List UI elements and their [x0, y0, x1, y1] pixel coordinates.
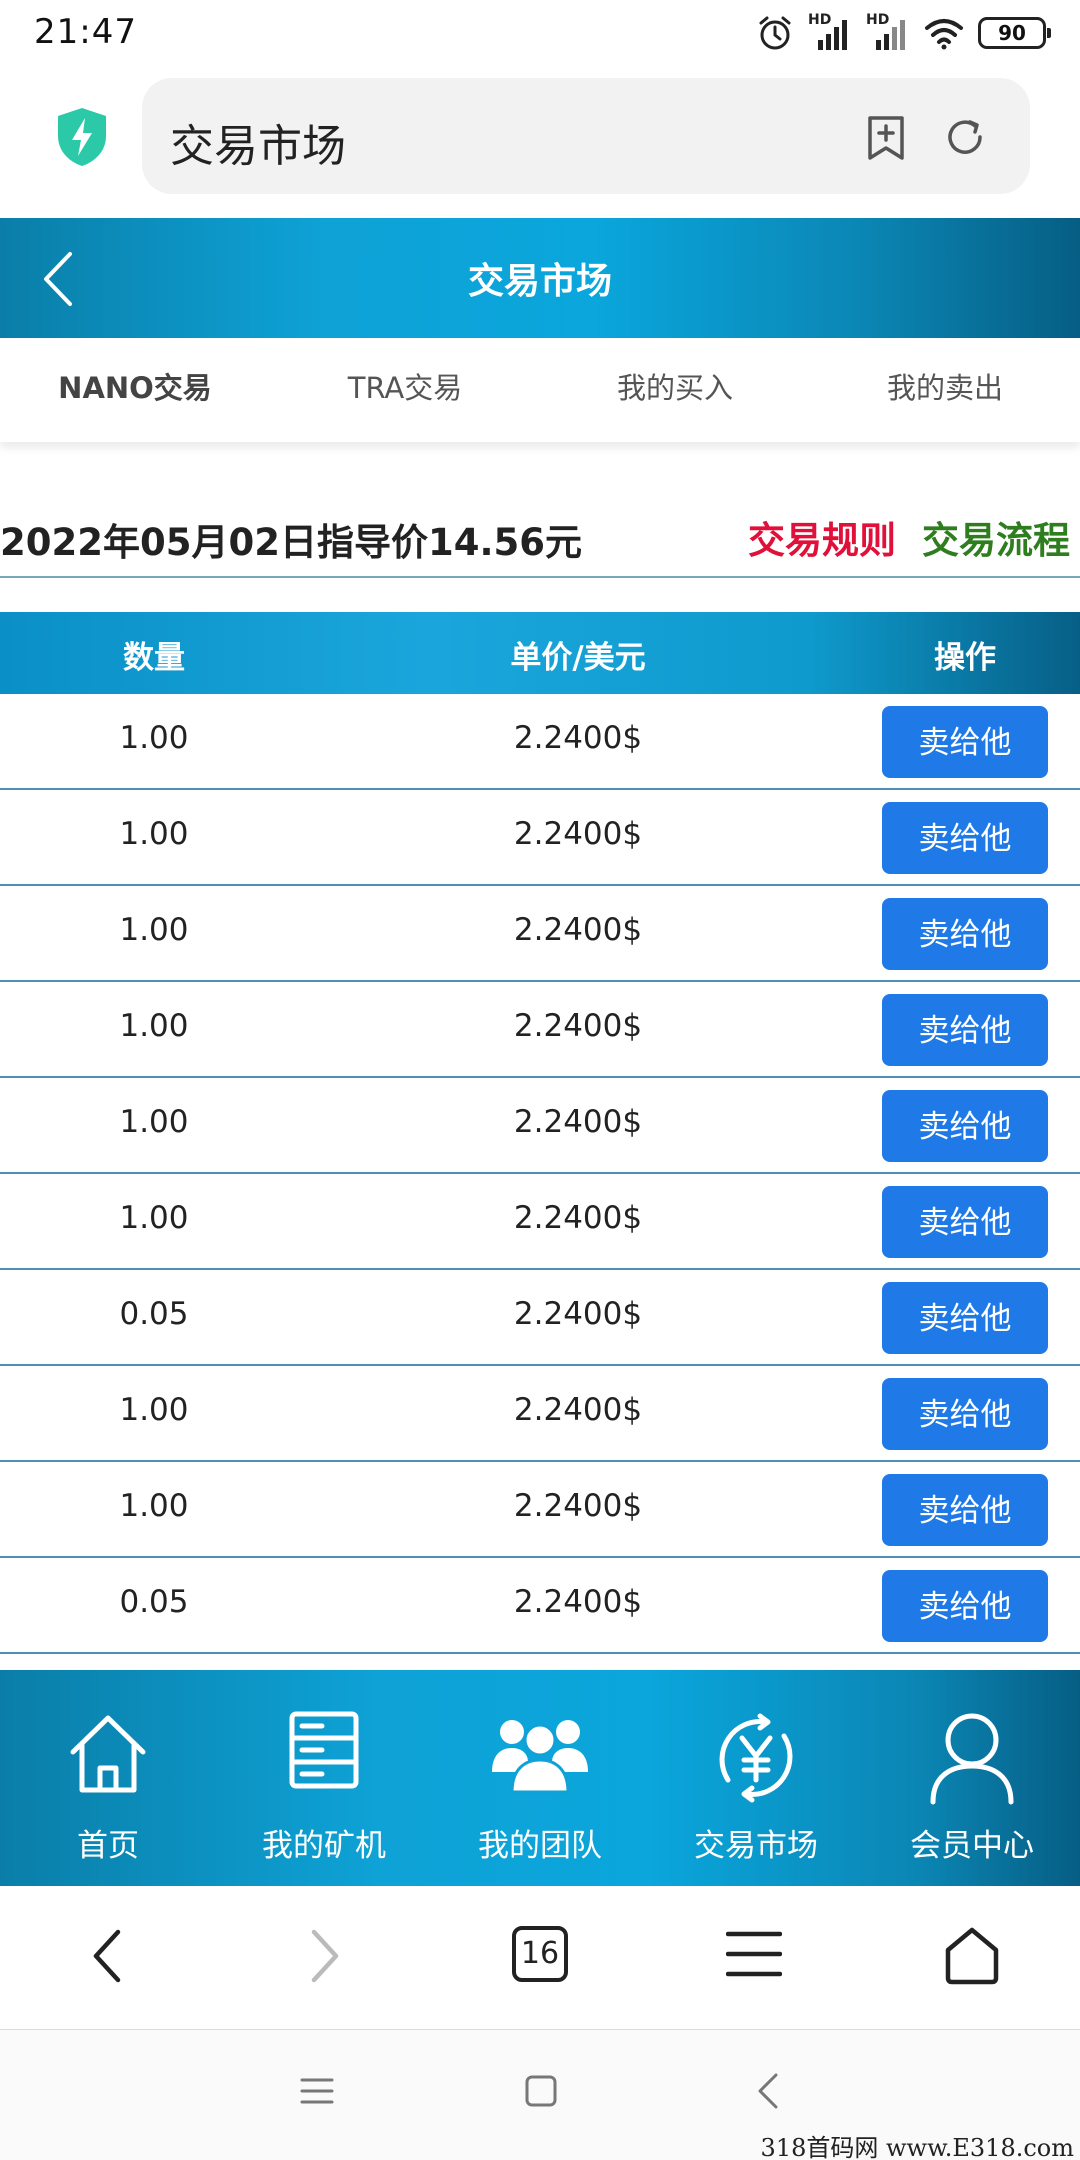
sell-to-him-button[interactable]: 卖给他 — [882, 706, 1048, 778]
home-icon — [70, 1715, 146, 1793]
browser-forward-icon[interactable] — [306, 1926, 346, 1986]
browser-home-icon[interactable] — [942, 1926, 1002, 1986]
table-row: 1.00 2.2400$ 卖给他 — [0, 886, 1080, 982]
row-quantity: 1.00 — [119, 1392, 189, 1428]
sell-to-him-button[interactable]: 卖给他 — [882, 994, 1048, 1066]
address-text: 交易市场 — [170, 121, 346, 172]
row-price: 2.2400$ — [513, 1296, 643, 1332]
row-price: 2.2400$ — [513, 1008, 643, 1044]
table-row: 0.05 2.2400$ 卖给他 — [0, 1558, 1080, 1654]
address-field[interactable]: 交易市场 — [142, 78, 1030, 194]
status-icons: HD HD 90 — [756, 10, 1051, 56]
sell-to-him-button[interactable]: 卖给他 — [882, 1474, 1048, 1546]
table-row: 1.00 2.2400$ 卖给他 — [0, 694, 1080, 790]
guide-price-text: 2022年05月02日指导价14.56元 — [0, 521, 582, 564]
header-operation: 操作 — [934, 640, 996, 676]
row-quantity: 0.05 — [119, 1296, 189, 1332]
trade-process-link[interactable]: 交易流程 — [922, 510, 1070, 564]
nav-member-center-label: 会员中心 — [910, 1828, 1034, 1864]
table-row: 0.05 2.2400$ 卖给他 — [0, 1270, 1080, 1366]
sell-to-him-button[interactable]: 卖给他 — [882, 1186, 1048, 1258]
tab-nano-trade[interactable]: NANO交易 — [0, 338, 270, 442]
system-home-icon[interactable] — [524, 2074, 558, 2108]
nav-my-miners-label: 我的矿机 — [262, 1828, 386, 1864]
tab-my-buys[interactable]: 我的买入 — [540, 338, 810, 442]
table-row: 1.00 2.2400$ 卖给他 — [0, 982, 1080, 1078]
system-back-icon[interactable] — [756, 2072, 780, 2110]
status-time: 21:47 — [34, 12, 137, 52]
row-price: 2.2400$ — [513, 1584, 643, 1620]
nav-my-miners[interactable]: 我的矿机 — [216, 1670, 432, 1886]
table-row: 1.00 2.2400$ 卖给他 — [0, 1366, 1080, 1462]
nav-home[interactable]: 首页 — [0, 1670, 216, 1886]
signal-icon-2: HD — [866, 12, 910, 52]
row-quantity: 1.00 — [119, 1200, 189, 1236]
row-price: 2.2400$ — [513, 816, 643, 852]
row-price: 2.2400$ — [513, 1392, 643, 1428]
row-price: 2.2400$ — [513, 720, 643, 756]
sell-to-him-button[interactable]: 卖给他 — [882, 1570, 1048, 1642]
alarm-icon — [759, 16, 791, 50]
row-quantity: 1.00 — [119, 1488, 189, 1524]
row-price: 2.2400$ — [513, 1488, 643, 1524]
add-bookmark-icon[interactable] — [864, 114, 908, 162]
tab-my-sells[interactable]: 我的卖出 — [810, 338, 1080, 442]
sell-to-him-button[interactable]: 卖给他 — [882, 1090, 1048, 1162]
row-price: 2.2400$ — [513, 1104, 643, 1140]
app-bottom-nav: 首页 我的矿机 我的团队 交易市场 会员中心 — [0, 1670, 1080, 1886]
row-quantity: 1.00 — [119, 720, 189, 756]
sell-to-him-button[interactable]: 卖给他 — [882, 1282, 1048, 1354]
shield-icon[interactable] — [54, 106, 110, 168]
nav-my-team-label: 我的团队 — [478, 1828, 602, 1864]
row-quantity: 0.05 — [119, 1584, 189, 1620]
app-header: 交易市场 — [0, 218, 1080, 338]
sell-to-him-button[interactable]: 卖给他 — [882, 898, 1048, 970]
header-unit-price: 单价/美元 — [510, 640, 646, 676]
refresh-icon[interactable] — [942, 114, 988, 160]
signal-icon: HD — [808, 12, 852, 52]
server-icon — [289, 1711, 359, 1789]
watermark-text: 318首码网 www.E318.com — [760, 2134, 1074, 2160]
sell-to-him-button[interactable]: 卖给他 — [882, 1378, 1048, 1450]
row-quantity: 1.00 — [119, 1008, 189, 1044]
page-title: 交易市场 — [467, 261, 612, 302]
tab-tra-trade[interactable]: TRA交易 — [270, 338, 540, 442]
table-row: 1.00 2.2400$ 卖给他 — [0, 1462, 1080, 1558]
nav-trade-market-label: 交易市场 — [694, 1828, 818, 1864]
guide-price-row: 2022年05月02日指导价14.56元 交易规则 交易流程 — [0, 502, 1080, 578]
order-list[interactable]: 1.00 2.2400$ 卖给他 1.00 2.2400$ 卖给他 1.00 2… — [0, 694, 1080, 1670]
row-quantity: 1.00 — [119, 912, 189, 948]
system-nav-bar: 318首码网 www.E318.com — [0, 2030, 1080, 2160]
browser-back-icon[interactable] — [86, 1926, 126, 1986]
browser-address-bar: 交易市场 — [0, 68, 1080, 218]
table-header: 数量 单价/美元 操作 — [0, 612, 1080, 694]
team-icon — [492, 1720, 588, 1794]
table-row: 1.00 2.2400$ 卖给他 — [0, 1174, 1080, 1270]
system-menu-icon[interactable] — [300, 2076, 334, 2106]
browser-nav-bar: 16 — [0, 1886, 1080, 2030]
wifi-icon — [925, 19, 963, 50]
user-icon — [930, 1713, 1014, 1805]
table-row: 1.00 2.2400$ 卖给他 — [0, 790, 1080, 886]
market-tabs: NANO交易 TRA交易 我的买入 我的卖出 — [0, 338, 1080, 442]
header-quantity: 数量 — [123, 640, 185, 676]
nav-member-center[interactable]: 会员中心 — [864, 1670, 1080, 1886]
menu-icon[interactable] — [726, 1926, 782, 1982]
browser-tabs-count[interactable]: 16 — [512, 1926, 568, 1982]
row-price: 2.2400$ — [513, 912, 643, 948]
nav-home-label: 首页 — [77, 1828, 139, 1864]
status-bar: 21:47 HD HD 90 — [0, 0, 1080, 68]
nav-trade-market[interactable]: 交易市场 — [648, 1670, 864, 1886]
row-quantity: 1.00 — [119, 816, 189, 852]
table-row: 1.00 2.2400$ 卖给他 — [0, 1078, 1080, 1174]
battery-indicator: 90 — [978, 17, 1051, 49]
trade-rules-link[interactable]: 交易规则 — [748, 510, 896, 564]
yuan-exchange-icon — [719, 1713, 793, 1803]
row-quantity: 1.00 — [119, 1104, 189, 1140]
row-price: 2.2400$ — [513, 1200, 643, 1236]
nav-my-team[interactable]: 我的团队 — [432, 1670, 648, 1886]
battery-level: 90 — [998, 21, 1026, 45]
sell-to-him-button[interactable]: 卖给他 — [882, 802, 1048, 874]
